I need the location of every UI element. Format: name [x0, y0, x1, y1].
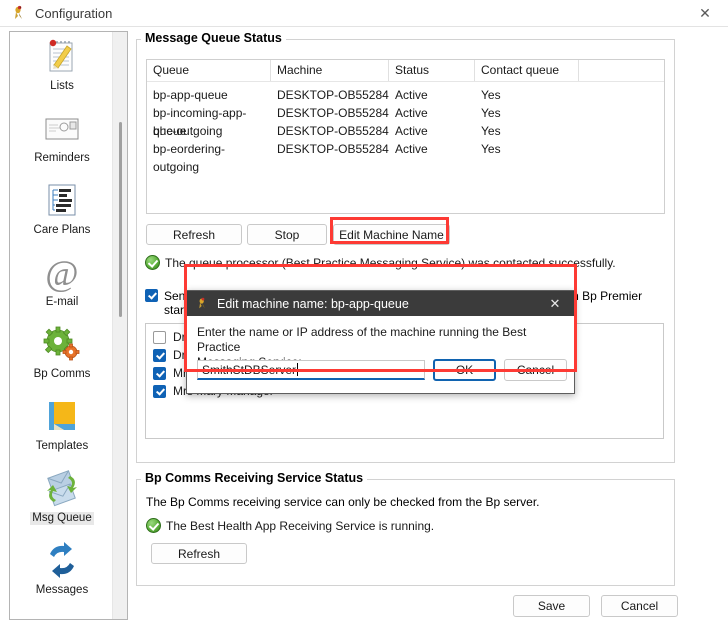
queue-table: Queue Machine Status Contact queue bp-ap… [146, 59, 665, 214]
receiving-service-status-message: The Best Health App Receiving Service is… [146, 518, 434, 533]
at-sign-icon: @ [40, 252, 84, 294]
sidebar-item-msg-queue[interactable]: Msg Queue [10, 464, 114, 536]
column-header-status: Status [389, 60, 475, 81]
sidebar-item-label: Templates [35, 440, 89, 452]
sidebar-item-label: Msg Queue [30, 512, 94, 525]
table-row[interactable]: bhc-outgoing DESKTOP-OB55284 Active Yes [147, 122, 664, 140]
machine-name-input[interactable]: SmithStDBServer [197, 360, 425, 380]
machine-name-input-value: SmithStDBServer [202, 362, 297, 377]
notepad-pencil-icon [40, 36, 84, 78]
bp-bird-icon [196, 297, 209, 310]
table-row[interactable]: bp-incoming-app-queue DESKTOP-OB55284 Ac… [147, 104, 664, 138]
sidebar-item-messages[interactable]: Messages [10, 536, 114, 608]
column-header-contact-queue: Contact queue [475, 60, 579, 81]
dialog-title: Edit machine name: bp-app-queue [217, 296, 409, 311]
svg-text:@: @ [45, 253, 78, 293]
dialog-cancel-button[interactable]: Cancel [504, 359, 567, 381]
cell-contact-queue: Yes [481, 142, 501, 156]
receiving-service-status-text: The Best Health App Receiving Service is… [166, 518, 435, 533]
sidebar-item-label: Messages [35, 584, 89, 596]
column-header-queue: Queue [147, 60, 271, 81]
success-check-icon [146, 518, 161, 533]
text-caret [297, 363, 299, 376]
cell-contact-queue: Yes [481, 124, 501, 138]
cell-contact-queue: Yes [481, 106, 501, 120]
message-queue-status-group: Message Queue Status Queue Machine Statu… [136, 31, 675, 463]
sidebar-item-email[interactable]: @ E-mail [10, 248, 114, 320]
send-messages-checkbox[interactable] [145, 289, 158, 302]
cell-status: Active [395, 142, 428, 156]
window-titlebar: Configuration ✕ [0, 0, 728, 27]
queue-table-header: Queue Machine Status Contact queue [147, 60, 664, 82]
sidebar-item-label: E-mail [45, 296, 79, 308]
group-border-right [362, 479, 674, 480]
cell-queue: bp-app-queue [153, 88, 228, 102]
cell-queue: bp-eordering-outgoing [153, 142, 226, 174]
bp-bird-icon [11, 5, 27, 21]
dialog-actions-row: SmithStDBServer OK Cancel [197, 359, 567, 381]
group-border-right [267, 39, 674, 40]
cell-machine: DESKTOP-OB55284 [277, 142, 389, 156]
refresh-receiving-service-button[interactable]: Refresh [151, 543, 247, 564]
receiving-service-status-group: Bp Comms Receiving Service Status The Bp… [136, 471, 675, 586]
sidebar-item-label: Lists [50, 80, 74, 92]
receiving-service-note: The Bp Comms receiving service can only … [146, 495, 540, 509]
cancel-button[interactable]: Cancel [601, 595, 678, 617]
cell-machine: DESKTOP-OB55284 [277, 106, 389, 120]
sidebar-item-templates[interactable]: Templates [10, 392, 114, 464]
document-outline-icon [40, 180, 84, 222]
sidebar-item-label: Care Plans [33, 224, 91, 236]
sidebar-item-label: Reminders [34, 152, 90, 164]
refresh-queue-button[interactable]: Refresh [146, 224, 242, 245]
dialog-titlebar: Edit machine name: bp-app-queue ✕ [187, 291, 574, 316]
sidebar-items: Lists Reminders Care Plans @ E-mail Bp C… [10, 32, 114, 619]
queue-status-text: The queue processor (Best Practice Messa… [165, 255, 616, 270]
dialog-ok-button[interactable]: OK [433, 359, 496, 381]
edit-machine-name-button[interactable]: Edit Machine Name [333, 224, 450, 245]
sidebar-item-reminders[interactable]: Reminders [10, 104, 114, 176]
user-checkbox[interactable] [153, 348, 166, 362]
queue-status-message: The queue processor (Best Practice Messa… [145, 255, 616, 270]
cell-queue: bp-incoming-app-queue [153, 106, 247, 138]
user-checkbox[interactable] [153, 384, 166, 398]
envelope-icon [40, 108, 84, 150]
sidebar-item-care-plans[interactable]: Care Plans [10, 176, 114, 248]
envelopes-arrows-icon [40, 468, 84, 510]
dialog-close-button[interactable]: ✕ [540, 291, 570, 316]
cell-machine: DESKTOP-OB55284 [277, 124, 389, 138]
stop-queue-button[interactable]: Stop [247, 224, 327, 245]
success-check-icon [145, 255, 160, 270]
sidebar-item-lists[interactable]: Lists [10, 32, 114, 104]
table-row[interactable]: bp-eordering-outgoing DESKTOP-OB55284 Ac… [147, 140, 664, 174]
dialog-prompt-line1: Enter the name or IP address of the mach… [197, 325, 527, 354]
cell-status: Active [395, 106, 428, 120]
folder-page-icon [40, 396, 84, 438]
message-queue-status-title: Message Queue Status [141, 31, 286, 45]
sidebar-item-bp-comms[interactable]: Bp Comms [10, 320, 114, 392]
cell-status: Active [395, 124, 428, 138]
window-title: Configuration [35, 5, 113, 21]
receiving-service-status-title: Bp Comms Receiving Service Status [141, 471, 368, 485]
sidebar-item-label: Bp Comms [33, 368, 91, 380]
cell-contact-queue: Yes [481, 88, 501, 102]
table-row[interactable]: bp-app-queue DESKTOP-OB55284 Active Yes [147, 86, 664, 104]
user-checkbox[interactable] [153, 366, 166, 380]
edit-machine-name-dialog: Edit machine name: bp-app-queue ✕ Enter … [186, 290, 575, 394]
cell-queue: bhc-outgoing [153, 124, 223, 138]
sidebar-scrollbar[interactable] [112, 32, 127, 619]
window-close-button[interactable]: ✕ [682, 0, 728, 26]
save-button[interactable]: Save [513, 595, 590, 617]
cell-machine: DESKTOP-OB55284 [277, 88, 389, 102]
gears-icon [40, 324, 84, 366]
sidebar-scrollbar-thumb[interactable] [119, 122, 122, 317]
blue-arrows-cycle-icon [40, 540, 84, 582]
column-header-blank [579, 60, 639, 81]
user-checkbox[interactable] [153, 330, 166, 344]
column-header-machine: Machine [271, 60, 389, 81]
cell-status: Active [395, 88, 428, 102]
main-content: Lists Reminders Care Plans @ E-mail Bp C… [0, 27, 728, 628]
sidebar: Lists Reminders Care Plans @ E-mail Bp C… [9, 31, 128, 620]
